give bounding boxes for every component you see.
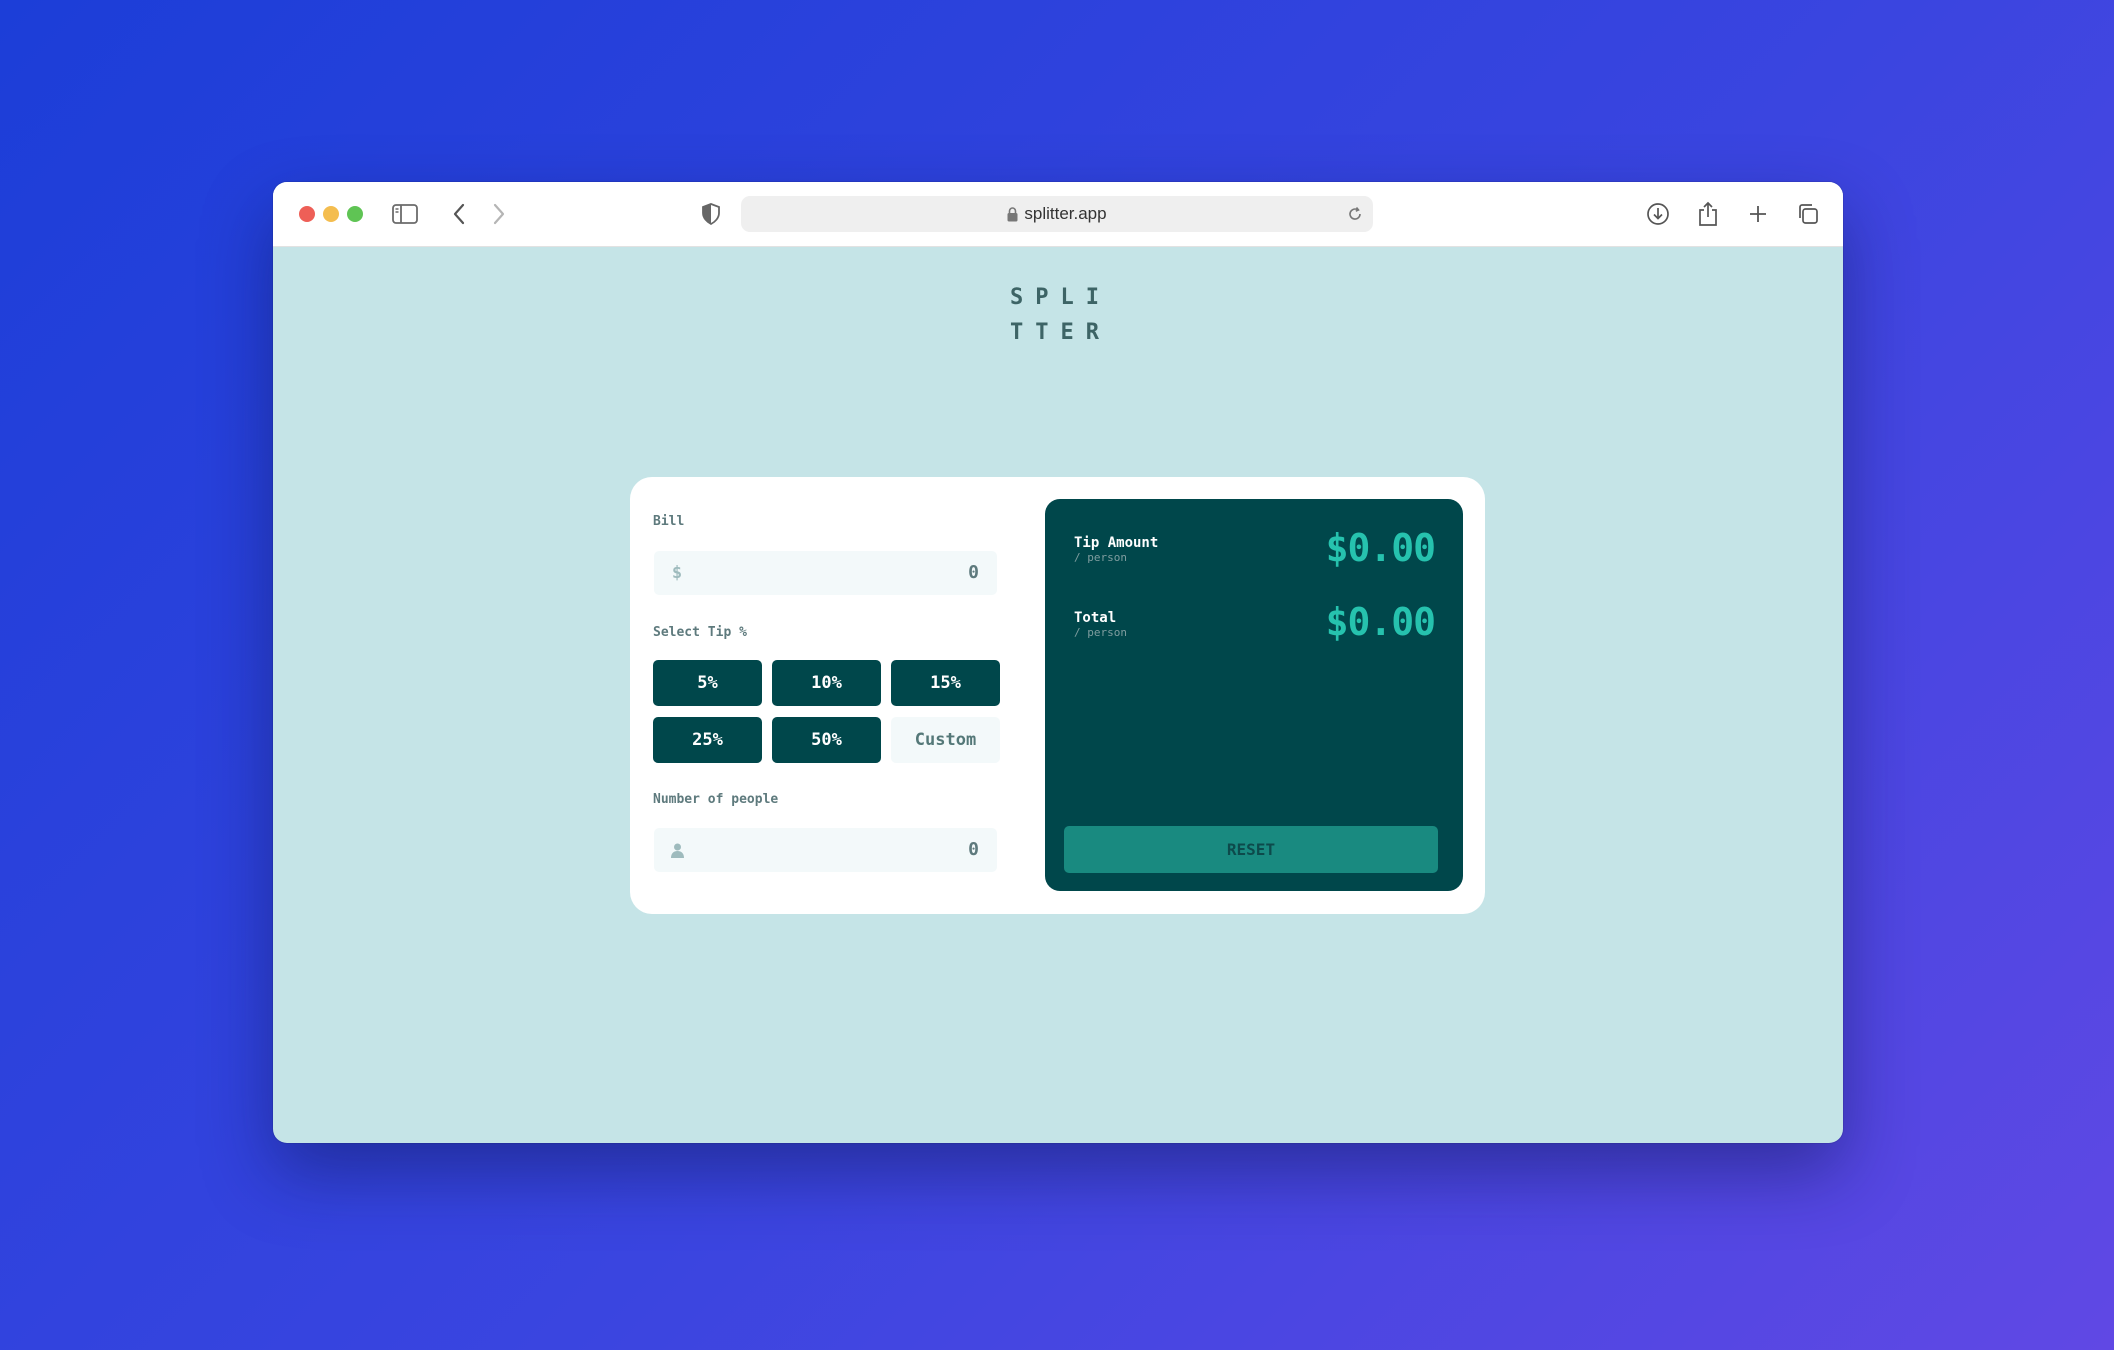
number-of-people-input[interactable]: 0 (654, 828, 997, 872)
minimize-window-button[interactable] (323, 206, 339, 222)
bill-label: Bill (653, 514, 685, 529)
people-value: 0 (968, 839, 979, 860)
custom-tip-input[interactable]: Custom (891, 717, 1000, 763)
total-sublabel: / person (1074, 626, 1127, 639)
number-of-people-label: Number of people (653, 792, 779, 807)
select-tip-label: Select Tip % (653, 625, 747, 640)
tip-button-15[interactable]: 15% (891, 660, 1000, 706)
sidebar-toggle-icon[interactable] (389, 198, 421, 230)
browser-toolbar: splitter.app (273, 182, 1843, 247)
reload-icon[interactable] (1343, 202, 1367, 226)
share-icon[interactable] (1692, 198, 1724, 230)
tip-button-5[interactable]: 5% (653, 660, 762, 706)
close-window-button[interactable] (299, 206, 315, 222)
page-content: SPLI TTER Bill $ 0 Select Tip % 5% 10% 1… (273, 247, 1843, 1143)
tip-amount-value: $0.00 (1325, 526, 1436, 570)
logo-line-1: SPLI (1010, 285, 1111, 310)
bill-input[interactable]: $ 0 (654, 551, 997, 595)
lock-icon (1007, 206, 1018, 222)
zoom-window-button[interactable] (347, 206, 363, 222)
tip-amount-label: Tip Amount (1074, 535, 1159, 551)
result-panel: Tip Amount / person $0.00 Total / person… (1045, 499, 1463, 891)
total-value: $0.00 (1325, 600, 1436, 644)
new-tab-icon[interactable] (1742, 198, 1774, 230)
splitter-logo: SPLI TTER (1010, 280, 1130, 350)
person-icon (670, 840, 684, 860)
total-label: Total (1074, 610, 1117, 626)
privacy-shield-icon[interactable] (695, 198, 727, 230)
browser-window: splitter.app SPLI TTER Bill $ 0 Select T… (273, 182, 1843, 1143)
tip-button-10[interactable]: 10% (772, 660, 881, 706)
dollar-icon: $ (671, 563, 683, 583)
back-icon[interactable] (443, 198, 475, 230)
logo-line-2: TTER (1010, 320, 1111, 345)
reset-button[interactable]: RESET (1064, 826, 1438, 873)
tab-overview-icon[interactable] (1792, 198, 1824, 230)
bill-value: 0 (968, 562, 979, 583)
url-text: splitter.app (1024, 204, 1107, 223)
tip-button-50[interactable]: 50% (772, 717, 881, 763)
downloads-icon[interactable] (1642, 198, 1674, 230)
calculator-card: Bill $ 0 Select Tip % 5% 10% 15% 25% 50%… (630, 477, 1485, 914)
tip-button-25[interactable]: 25% (653, 717, 762, 763)
tip-amount-sublabel: / person (1074, 551, 1127, 564)
forward-icon[interactable] (483, 198, 515, 230)
address-bar[interactable]: splitter.app (741, 196, 1373, 232)
